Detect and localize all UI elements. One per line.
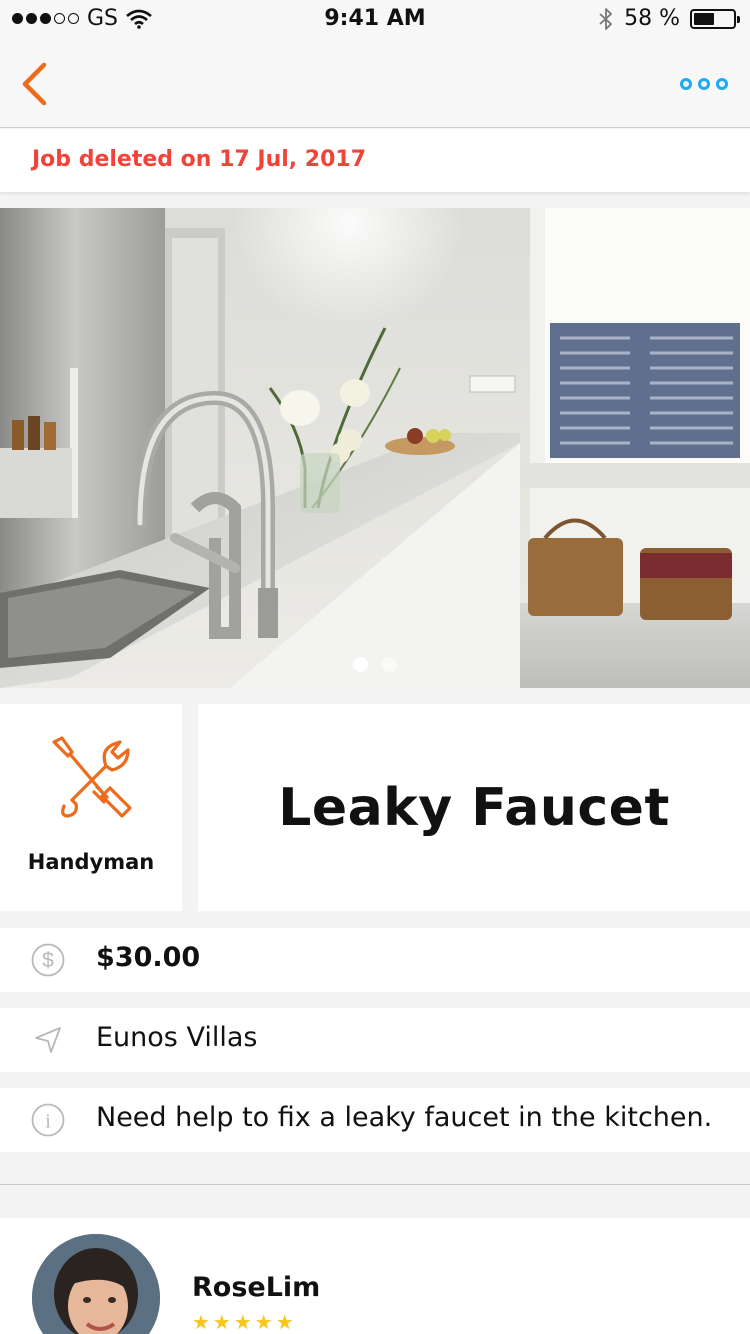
description-row: i Need help to fix a leaky faucet in the… [0,1088,750,1152]
job-deleted-text: Job deleted on 17 Jul, 2017 [32,147,367,172]
kitchen-photo [0,208,750,688]
status-right: 58 % [598,6,740,31]
more-dots-icon [680,78,692,90]
poster-name: RoseLim [192,1272,321,1303]
job-price: $30.00 [96,942,201,973]
category-label: Handyman [27,850,155,874]
page-dot[interactable] [382,657,397,672]
page-dot-active[interactable] [353,657,368,672]
navigation-bar [0,40,750,128]
more-dots-icon [716,78,728,90]
location-arrow-icon [35,1027,61,1053]
tools-icon [52,736,132,818]
more-dots-icon [698,78,710,90]
status-bar: GS 9:41 AM 58 % [0,0,750,40]
chevron-left-icon [22,62,47,106]
battery-percentage: 58 % [624,6,680,31]
job-poster[interactable]: RoseLim ★★★★★ [0,1218,750,1334]
avatar[interactable] [32,1234,160,1334]
carousel-page-indicator [0,657,750,672]
price-row: $ $30.00 [0,928,750,992]
bluetooth-icon [599,7,612,30]
avatar-photo [32,1234,160,1334]
info-icon: i [31,1103,65,1137]
job-title: Leaky Faucet [278,777,670,838]
job-description: Need help to fix a leaky faucet in the k… [96,1102,713,1133]
rating-stars: ★★★★★ [192,1310,297,1334]
category-card: Handyman [0,704,182,911]
job-location: Eunos Villas [96,1022,258,1053]
svg-text:$: $ [42,949,54,972]
back-button[interactable] [10,60,58,108]
location-row[interactable]: Eunos Villas [0,1008,750,1072]
job-title-card: Leaky Faucet [198,704,750,911]
section-divider [0,1184,750,1185]
svg-text:i: i [45,1111,51,1133]
job-deleted-banner: Job deleted on 17 Jul, 2017 [0,129,750,192]
dollar-icon: $ [31,943,65,977]
more-options-button[interactable] [676,70,732,98]
battery-icon [690,8,740,29]
job-photo-carousel[interactable] [0,208,750,688]
